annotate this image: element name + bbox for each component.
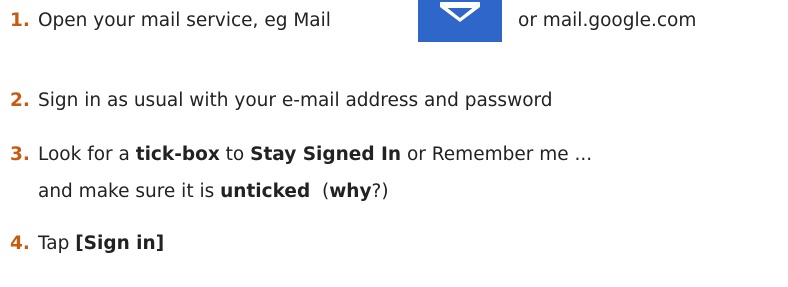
step-3-bold: tick-box	[135, 144, 220, 165]
step-2: 2. Sign in as usual with your e-mail addr…	[10, 87, 553, 115]
step-2-text: Sign in as usual with your e-mail addres…	[38, 90, 553, 111]
step-3-bold: Stay Signed In	[250, 144, 402, 165]
step-3-text: (	[310, 181, 330, 202]
step-4: 4. Tap [Sign in]	[10, 230, 164, 258]
step-number: 2.	[10, 90, 30, 111]
step-4-text: Tap	[38, 233, 76, 254]
step-3-text: ?)	[371, 181, 389, 202]
step-3: 3. Look for a tick-box to Stay Signed In …	[10, 141, 592, 169]
step-1-text: Open your mail service, eg Mail	[38, 10, 331, 31]
step-number: 3.	[10, 144, 30, 165]
step-3-text: and make sure it is	[38, 181, 221, 202]
mail-envelope-icon	[418, 0, 502, 42]
step-number: 1.	[10, 10, 30, 31]
step-number: 4.	[10, 233, 30, 254]
step-1: 1. Open your mail service, eg Mail	[10, 7, 331, 35]
step-3-bold: why	[329, 181, 372, 202]
step-3-bold: unticked	[220, 181, 311, 202]
step-1-link-text: or mail.google.com	[518, 10, 697, 31]
step-3-text: Look for a	[38, 144, 136, 165]
step-3-continuation: and make sure it is unticked (why?)	[38, 178, 389, 206]
step-3-text: to	[219, 144, 251, 165]
step-3-text: or Remember me ...	[401, 144, 593, 165]
step-4-bold: [Sign in]	[75, 233, 165, 254]
